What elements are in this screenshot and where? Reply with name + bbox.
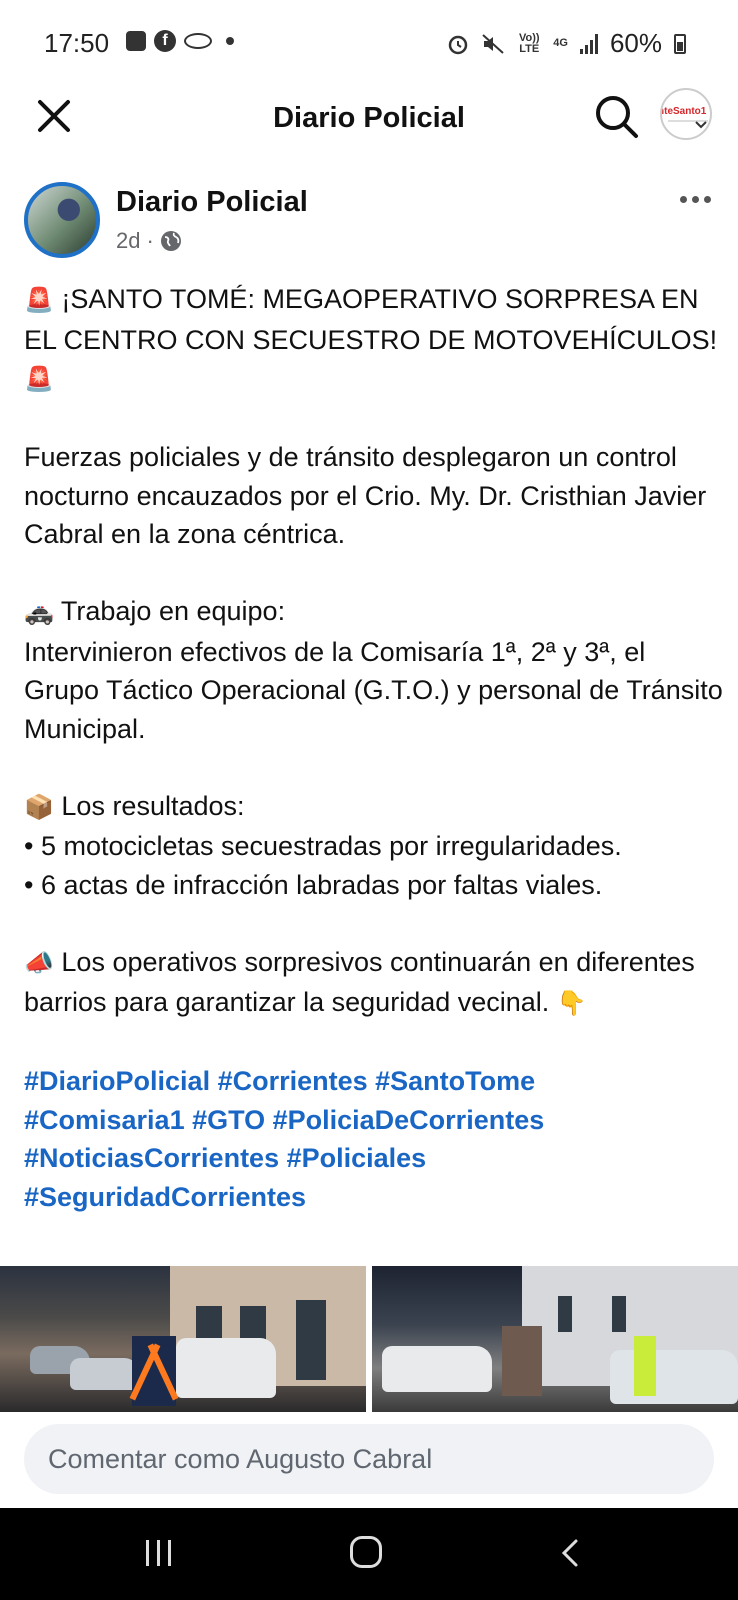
signal-icon [579, 33, 598, 54]
post-meta: 2d · [116, 228, 182, 254]
teamwork-heading-text: Trabajo en equipo: [60, 596, 286, 626]
post-photo-2[interactable] [372, 1266, 738, 1412]
system-nav-bar [0, 1508, 738, 1600]
teamwork-paragraph: Intervinieron efectivos de la Comisaría … [24, 636, 723, 744]
author-avatar[interactable] [24, 182, 100, 258]
teamwork-heading: 🚓 Trabajo en equipo: [24, 592, 724, 633]
closing-paragraph: 📣 Los operativos sorpresivos continuarán… [24, 943, 724, 1024]
closing-text: Los operativos sorpresivos continuarán e… [24, 946, 695, 1018]
siren-emoji-end: 🚨 [24, 366, 54, 393]
status-time: 17:50 [44, 28, 110, 58]
siren-emoji: 🚨 [24, 287, 54, 314]
eye-notification-icon [184, 33, 212, 49]
more-options-icon[interactable] [680, 196, 711, 203]
comment-placeholder: Comentar como Augusto Cabral [48, 1443, 433, 1474]
notification-icons: f [126, 30, 234, 52]
post-headline: 🚨 ¡SANTO TOMÉ: MEGAOPERATIVO SORPRESA EN… [24, 280, 724, 400]
network-type-icon: 4G [553, 37, 568, 49]
police-car-emoji: 🚓 [24, 599, 54, 626]
more-notifications-dot-icon [226, 37, 234, 45]
status-bar: 17:50 f Vo)) LTE 4G 60% [0, 0, 738, 80]
check-notification-icon [126, 31, 146, 51]
hashtag-line[interactable]: #SeguridadCorrientes [24, 1178, 724, 1217]
battery-icon [674, 33, 686, 54]
megaphone-emoji: 📣 [24, 949, 54, 977]
headline-text: ¡SANTO TOMÉ: MEGAOPERATIVO SORPRESA EN E… [24, 284, 718, 355]
page-avatar-text: nteSanto1 [660, 106, 707, 117]
hashtag-line[interactable]: #DiarioPolicial #Corrientes #SantoTome [24, 1062, 724, 1101]
globe-icon [160, 231, 181, 251]
search-icon[interactable] [592, 92, 640, 140]
hashtag-line[interactable]: #Comisaria1 #GTO #PoliciaDeCorrientes [24, 1101, 724, 1140]
post-photos [0, 1266, 738, 1412]
system-icons: Vo)) LTE 4G 60% [447, 28, 686, 59]
package-emoji: 📦 [24, 793, 54, 821]
post-age[interactable]: 2d [116, 228, 140, 254]
results-heading-text: Los resultados: [61, 790, 245, 821]
comment-input[interactable]: Comentar como Augusto Cabral [24, 1424, 714, 1494]
result-item-infractions: • 6 actas de infracción labradas por fal… [24, 869, 603, 900]
point-down-emoji: 👇 [556, 990, 587, 1017]
alarm-icon [449, 35, 468, 54]
post-paragraph-intro: Fuerzas policiales y de tránsito despleg… [24, 442, 707, 549]
app-header: Diario Policial nteSanto1 [0, 80, 738, 160]
mute-icon [482, 33, 504, 54]
result-item-motorcycles: • 5 motocicletas secuestradas por irregu… [24, 831, 622, 861]
chevron-down-icon[interactable] [694, 120, 708, 130]
meta-separator: · [146, 228, 154, 253]
post-header: Diario Policial 2d · [0, 172, 738, 272]
post-body: 🚨 ¡SANTO TOMÉ: MEGAOPERATIVO SORPRESA EN… [24, 280, 724, 1216]
facebook-notification-icon: f [154, 30, 176, 52]
hashtags: #DiarioPolicial #Corrientes #SantoTome #… [24, 1062, 724, 1216]
back-icon[interactable] [560, 1538, 580, 1568]
post-author[interactable]: Diario Policial [116, 186, 308, 219]
hashtag-line[interactable]: #NoticiasCorrientes #Policiales [24, 1139, 724, 1178]
battery-percent: 60% [609, 28, 662, 58]
volte-icon: Vo)) LTE [518, 31, 540, 55]
recent-apps-icon[interactable] [146, 1540, 174, 1566]
page-profile-avatar[interactable]: nteSanto1 [660, 88, 712, 140]
post-photo-1[interactable] [0, 1266, 366, 1412]
home-icon[interactable] [350, 1536, 382, 1568]
results-heading: 📦 Los resultados: [24, 787, 724, 828]
